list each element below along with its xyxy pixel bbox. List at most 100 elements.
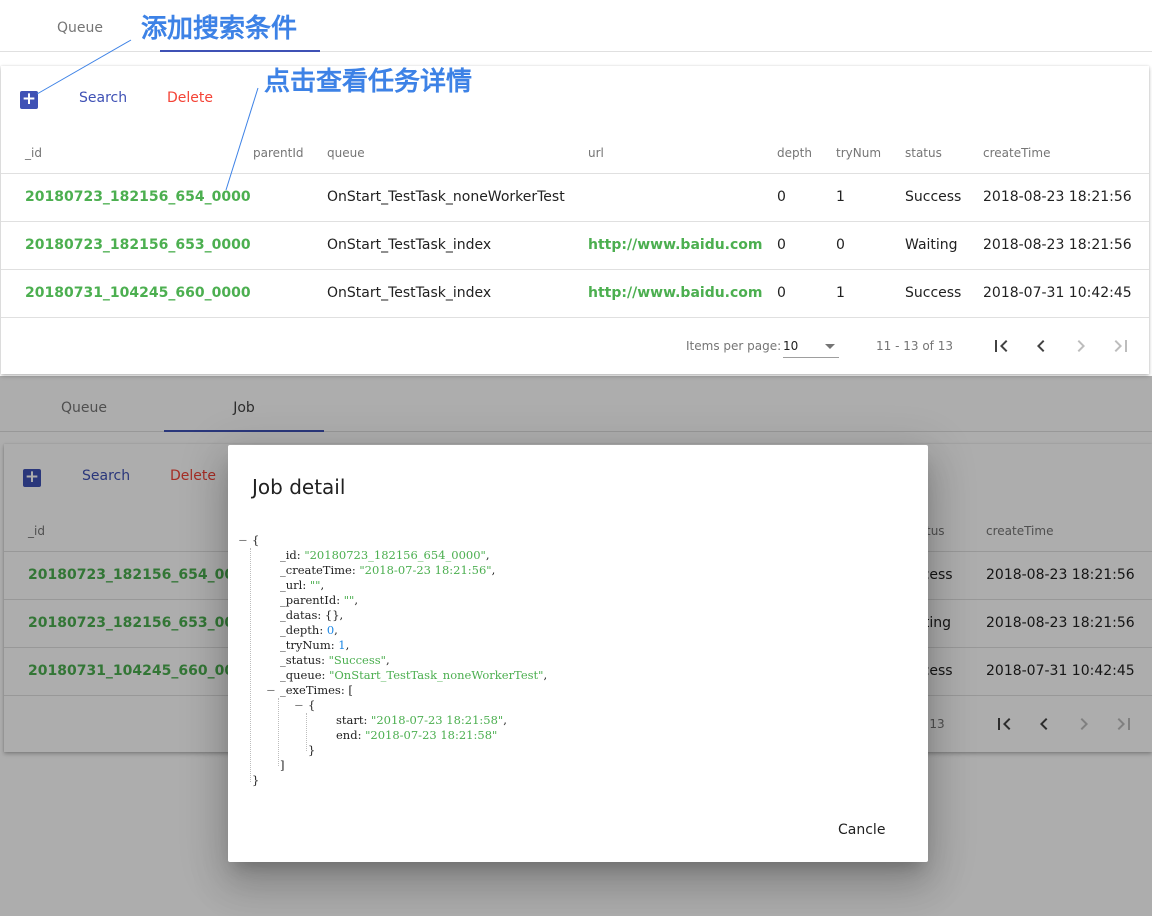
json-line: _depth: 0, (238, 623, 547, 638)
paginator: Items per page: 10 11 - 13 of 13 (1, 318, 1149, 374)
json-comma: , (334, 623, 338, 637)
json-line: _createTime: "2018-07-23 18:21:56", (238, 563, 547, 578)
col-url[interactable]: url (588, 146, 604, 160)
cell-trynum: 0 (836, 237, 845, 253)
toolbar: + Search Delete (1, 66, 1149, 130)
json-line: } (238, 743, 547, 758)
json-key: end (336, 728, 358, 742)
cell-queue: OnStart_TestTask_index (327, 285, 492, 301)
tab-ink-bar (160, 50, 320, 52)
json-colon: : (321, 653, 329, 667)
first-page-icon[interactable] (989, 334, 1013, 358)
json-key: _exeTimes (280, 683, 341, 697)
json-colon: : (317, 608, 325, 622)
json-colon: : (357, 728, 366, 742)
json-key: _createTime (280, 563, 352, 577)
json-value: } (252, 773, 260, 787)
prev-page-icon[interactable] (1029, 334, 1053, 358)
json-comma: , (354, 593, 358, 607)
tab-queue[interactable]: Queue (0, 0, 160, 52)
json-value: "Success" (328, 653, 386, 667)
json-line: _parentId: "", (238, 593, 547, 608)
json-value: ] (280, 758, 285, 772)
collapse-toggle-icon[interactable]: − (266, 683, 280, 698)
json-comma: , (345, 638, 350, 652)
col-depth[interactable]: depth (777, 146, 812, 160)
search-button[interactable]: Search (79, 88, 127, 108)
cell-depth: 0 (777, 285, 786, 301)
json-line: _tryNum: 1, (238, 638, 547, 653)
table-header: _id parentId queue url depth tryNum stat… (1, 130, 1149, 174)
json-line: _url: "", (238, 578, 547, 593)
json-colon: : (363, 713, 372, 727)
col-status[interactable]: status (905, 146, 942, 160)
annotation-view-detail: 点击查看任务详情 (264, 67, 473, 97)
col-id[interactable]: _id (25, 146, 42, 160)
json-line: start: "2018-07-23 18:21:58", (238, 713, 547, 728)
json-value: "20180723_182156_654_0000" (304, 548, 486, 562)
json-viewer: −{_id: "20180723_182156_654_0000", _creat… (238, 533, 547, 788)
cell-createtime: 2018-07-31 10:42:45 (983, 285, 1132, 301)
json-comma: , (320, 578, 325, 592)
collapse-toggle-icon[interactable]: − (294, 698, 308, 713)
page-size-label: Items per page: (686, 339, 782, 353)
add-filter-button[interactable]: + (20, 91, 38, 109)
json-comma: , (491, 563, 496, 577)
json-colon: : (319, 623, 327, 637)
page-range-label: 11 - 13 of 13 (876, 339, 953, 353)
json-line: −{ (238, 533, 547, 548)
cell-id[interactable]: 20180723_182156_653_0000 (25, 237, 251, 253)
cell-queue: OnStart_TestTask_index (327, 237, 492, 253)
json-key: _status (280, 653, 322, 667)
json-value: [ (348, 683, 353, 697)
json-value: {} (324, 608, 340, 622)
col-parentid[interactable]: parentId (253, 146, 304, 160)
json-value: { (252, 533, 260, 547)
next-page-icon[interactable] (1069, 334, 1093, 358)
last-page-icon[interactable] (1109, 334, 1133, 358)
json-line: _datas: {}, (238, 608, 547, 623)
dialog-title: Job detail (252, 475, 346, 499)
json-key: _parentId (280, 593, 337, 607)
cell-id[interactable]: 20180731_104245_660_0000 (25, 285, 251, 301)
json-line: } (238, 773, 547, 788)
page-size-select[interactable]: 10 (783, 336, 839, 358)
json-key: start (336, 713, 364, 727)
json-line: _queue: "OnStart_TestTask_noneWorkerTest… (238, 668, 547, 683)
json-comma: , (503, 713, 507, 727)
json-line: − _exeTimes: [ (238, 683, 547, 698)
json-line: end: "2018-07-23 18:21:58" (238, 728, 547, 743)
table-row[interactable]: 20180723_182156_654_0000 OnStart_TestTas… (1, 174, 1149, 222)
json-value: { (308, 698, 316, 712)
json-colon: : (321, 668, 330, 682)
json-comma: , (485, 548, 490, 562)
col-queue[interactable]: queue (327, 146, 365, 160)
col-trynum[interactable]: tryNum (836, 146, 881, 160)
cell-createtime: 2018-08-23 18:21:56 (983, 237, 1132, 253)
json-value: "" (309, 578, 321, 592)
json-key: _datas (280, 608, 318, 622)
json-key: _depth (280, 623, 320, 637)
delete-button[interactable]: Delete (167, 88, 213, 108)
cell-trynum: 1 (836, 189, 845, 205)
cancel-button[interactable]: Cancle (838, 822, 885, 838)
json-value: "2018-07-23 18:21:58" (365, 728, 498, 742)
json-value: "" (343, 593, 355, 607)
cell-queue: OnStart_TestTask_noneWorkerTest (327, 189, 565, 205)
json-line: _status: "Success", (238, 653, 547, 668)
json-value: } (308, 743, 316, 757)
cell-trynum: 1 (836, 285, 845, 301)
json-colon: : (302, 578, 310, 592)
json-value: "2018-07-23 18:21:56" (359, 563, 492, 577)
table-row[interactable]: 20180731_104245_660_0000 OnStart_TestTas… (1, 270, 1149, 318)
json-key: _tryNum (280, 638, 331, 652)
cell-url[interactable]: http://www.baidu.com (588, 237, 763, 253)
cell-id[interactable]: 20180723_182156_654_0000 (25, 189, 251, 205)
collapse-toggle-icon[interactable]: − (238, 533, 252, 548)
table-row[interactable]: 20180723_182156_653_0000 OnStart_TestTas… (1, 222, 1149, 270)
cell-url[interactable]: http://www.baidu.com (588, 285, 763, 301)
col-createtime[interactable]: createTime (983, 146, 1050, 160)
page-size-value: 10 (783, 339, 799, 353)
cell-createtime: 2018-08-23 18:21:56 (983, 189, 1132, 205)
cell-status: Success (905, 285, 962, 301)
